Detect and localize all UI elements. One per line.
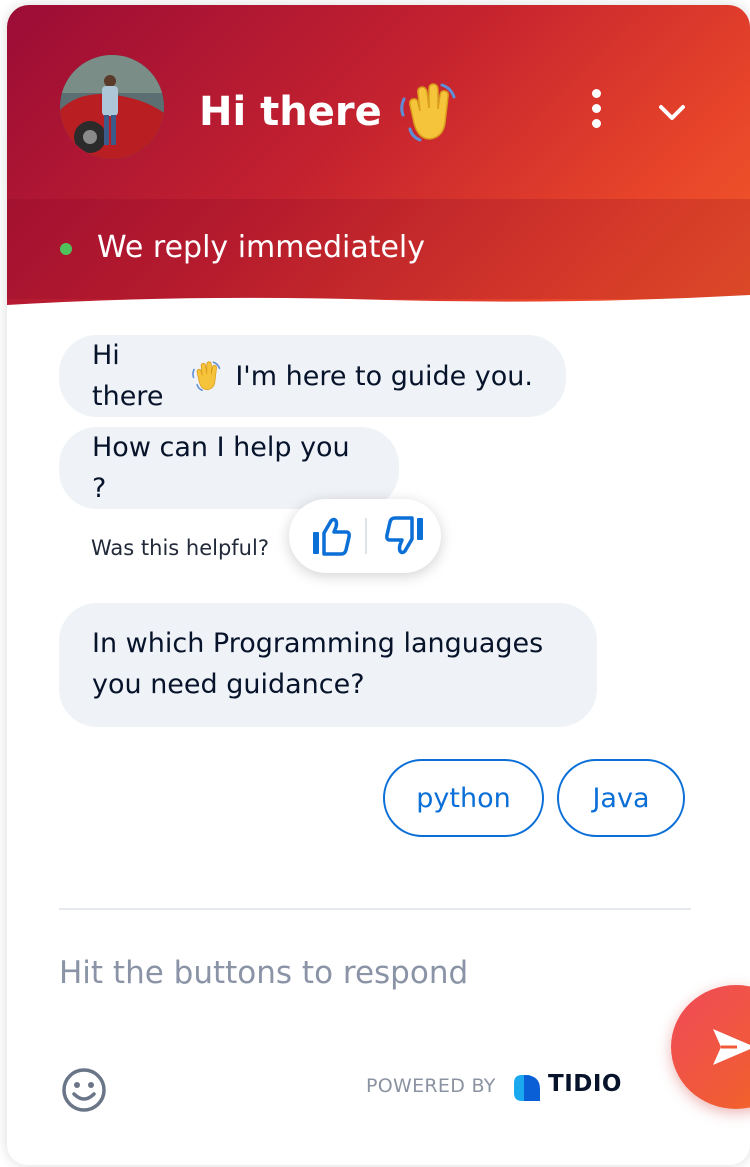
tidio-brand: TIDIO [548, 1071, 622, 1097]
smiley-icon [62, 1068, 106, 1112]
bot-message: How can I help you ? [59, 427, 399, 509]
bot-message: In which Programming languages you need … [59, 603, 597, 727]
header-title-text: Hi there [199, 89, 382, 135]
chevron-down-icon [659, 105, 685, 120]
powered-by-label: POWERED BY [366, 1075, 496, 1097]
thumbs-up-button[interactable] [311, 517, 353, 557]
waving-hand-icon [192, 361, 221, 391]
composer-divider [59, 908, 691, 910]
send-button[interactable] [671, 985, 750, 1109]
feedback-separator [365, 518, 367, 554]
status-text: We reply immediately [97, 230, 426, 265]
kebab-dot [592, 104, 601, 113]
kebab-menu-icon [592, 89, 601, 98]
chat-widget: Hi there We reply immediately Hi there I… [7, 5, 750, 1165]
emoji-button[interactable] [61, 1067, 107, 1113]
send-arrow-icon [713, 1029, 750, 1065]
online-status-dot [60, 243, 72, 255]
thumbs-down-icon [385, 516, 423, 555]
message-text: How can I help you ? [92, 432, 350, 504]
bot-message: Hi there I'm here to guide you. [59, 335, 566, 417]
avatar [60, 55, 164, 159]
message-input-placeholder: Hit the buttons to respond [59, 955, 469, 991]
kebab-menu-button[interactable] [581, 87, 611, 131]
quick-reply-label: Java [592, 782, 650, 814]
feedback-buttons [289, 499, 441, 573]
avatar-photo [60, 55, 164, 159]
quick-reply-label: python [416, 782, 511, 814]
quick-reply-java[interactable]: Java [557, 759, 685, 837]
message-text: In which Programming languages you need … [92, 628, 544, 700]
message-input[interactable]: Hit the buttons to respond [59, 955, 468, 991]
waving-hand-icon [399, 83, 456, 142]
message-text: Hi there [92, 340, 164, 412]
header-wave [7, 295, 750, 335]
collapse-button[interactable] [647, 93, 697, 133]
feedback-label: Was this helpful? [91, 536, 269, 560]
thumbs-down-button[interactable] [383, 515, 425, 555]
message-text: I'm here to guide you. [226, 360, 533, 392]
quick-reply-python[interactable]: python [383, 759, 544, 837]
header-title: Hi there [199, 79, 460, 145]
tidio-logo-icon [514, 1075, 540, 1101]
kebab-dot [592, 119, 601, 128]
thumbs-up-icon [313, 517, 351, 556]
chat-header: Hi there We reply immediately [7, 5, 750, 305]
